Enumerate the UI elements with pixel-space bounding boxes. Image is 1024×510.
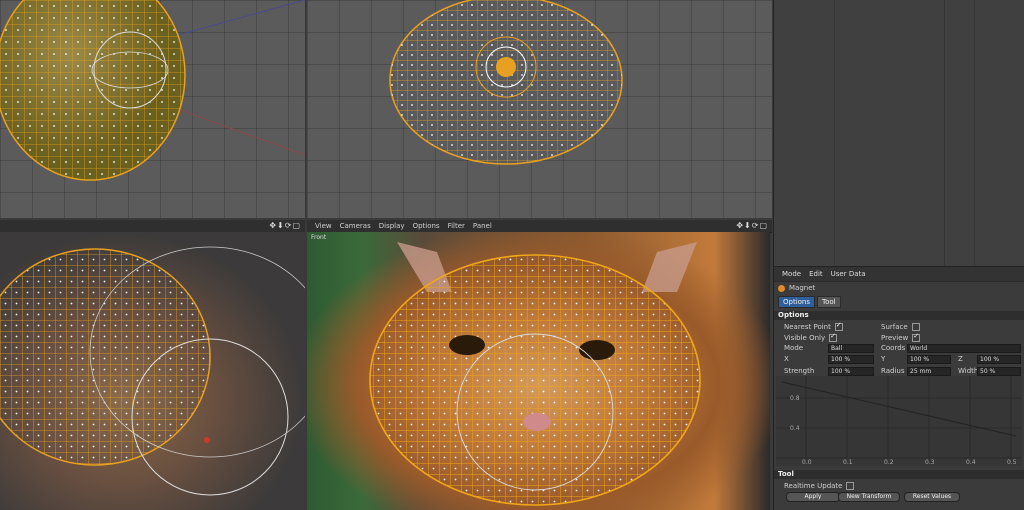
falloff-graph[interactable]: 0.8 0.4 0.0 0.1 0.2 0.3 0.4 0.5 — [776, 376, 1022, 466]
attributes-menubar: Mode Edit User Data — [774, 266, 1024, 282]
visible-only-label: Visible Only — [784, 334, 826, 342]
apply-button[interactable]: Apply — [786, 492, 840, 502]
menu-display[interactable]: Display — [379, 222, 405, 230]
realtime-update-label: Realtime Update — [784, 482, 843, 490]
attr-menu-edit[interactable]: Edit — [809, 270, 823, 278]
realtime-update-row: Realtime Update — [784, 482, 855, 490]
coords-label: Coords — [881, 344, 906, 352]
graph-x-tick: 0.1 — [843, 459, 853, 466]
surface-row: Surface — [881, 323, 920, 331]
tool-section-header[interactable]: Tool — [774, 470, 1024, 479]
graph-x-tick: 0.5 — [1007, 459, 1017, 466]
graph-y-tick: 0.4 — [790, 425, 800, 432]
graph-x-tick: 0.3 — [925, 459, 935, 466]
preview-row: Preview — [881, 332, 921, 342]
attr-tabs: Options Tool — [778, 296, 843, 308]
nearest-point-checkbox[interactable] — [834, 321, 843, 331]
viewport-side[interactable]: ✥⬇⟳▢ — [0, 220, 305, 510]
menu-options[interactable]: Options — [413, 222, 440, 230]
graph-x-tick: 0.0 — [802, 459, 812, 466]
y-label: Y — [881, 355, 886, 363]
coords-dropdown[interactable]: World — [907, 344, 1021, 353]
nearest-point-row: Nearest Point — [784, 321, 843, 331]
viewport-nav-icons[interactable]: ✥⬇⟳▢ — [269, 221, 301, 230]
y-field[interactable]: 100 % — [907, 355, 951, 364]
menu-view[interactable]: View — [315, 222, 332, 230]
mode-label: Mode — [784, 344, 804, 352]
strength-label: Strength — [784, 367, 815, 375]
magnet-icon — [778, 284, 785, 292]
sphere-mesh-front — [369, 242, 701, 506]
graph-x-tick: 0.2 — [884, 459, 894, 466]
object-manager[interactable] — [774, 0, 1024, 266]
sphere-mesh-top — [389, 0, 623, 165]
z-field[interactable]: 100 % — [977, 355, 1021, 364]
width-field[interactable]: 50 % — [977, 367, 1021, 376]
width-label: Width — [958, 367, 979, 375]
z-label: Z — [958, 355, 963, 363]
tab-tool[interactable]: Tool — [817, 296, 841, 308]
viewport-perspective[interactable] — [0, 0, 305, 218]
preview-checkbox[interactable] — [912, 332, 921, 342]
options-section-header[interactable]: Options — [774, 311, 1024, 320]
surface-checkbox[interactable] — [911, 323, 920, 331]
viewport-top[interactable] — [307, 0, 772, 218]
attr-menu-user-data[interactable]: User Data — [831, 270, 866, 278]
menu-filter[interactable]: Filter — [448, 222, 465, 230]
attr-menu-mode[interactable]: Mode — [782, 270, 801, 278]
x-label: X — [784, 355, 789, 363]
graph-x-tick: 0.4 — [966, 459, 976, 466]
reset-values-button[interactable]: Reset Values — [904, 492, 960, 502]
menu-cameras[interactable]: Cameras — [340, 222, 371, 230]
x-field[interactable]: 100 % — [828, 355, 874, 364]
new-transform-button[interactable]: New Transform — [838, 492, 900, 502]
mode-dropdown[interactable]: Ball — [828, 344, 874, 353]
viewport-nav-icons[interactable]: ✥⬇⟳▢ — [736, 221, 768, 230]
surface-label: Surface — [881, 323, 908, 331]
tool-name: Magnet — [789, 284, 816, 292]
graph-y-tick: 0.8 — [790, 395, 800, 402]
preview-label: Preview — [881, 334, 909, 342]
tool-title: Magnet — [778, 284, 815, 292]
visible-only-checkbox[interactable] — [829, 332, 838, 342]
sphere-mesh-side — [0, 246, 305, 496]
realtime-update-checkbox[interactable] — [846, 482, 855, 490]
nearest-point-label: Nearest Point — [784, 323, 831, 331]
radius-field[interactable]: 25 mm — [907, 367, 951, 376]
strength-field[interactable]: 100 % — [828, 367, 874, 376]
menu-panel[interactable]: Panel — [473, 222, 492, 230]
visible-only-row: Visible Only — [784, 332, 838, 342]
sphere-mesh-perspective — [0, 0, 305, 181]
viewport-front[interactable]: View Cameras Display Options Filter Pane… — [307, 220, 772, 510]
radius-label: Radius — [881, 367, 905, 375]
tab-options[interactable]: Options — [778, 296, 816, 308]
